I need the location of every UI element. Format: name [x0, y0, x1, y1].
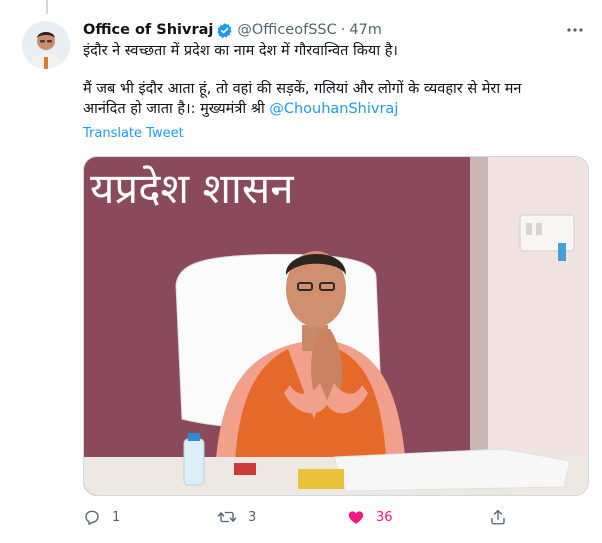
- tweet-content: Office of Shivraj @OfficeofSSC · 47m इंद…: [83, 20, 591, 525]
- tweet-header: Office of Shivraj @OfficeofSSC · 47m: [83, 20, 591, 40]
- tweet-actions-bar: 1 3 36: [83, 504, 513, 530]
- like-button[interactable]: 36: [347, 504, 393, 530]
- tweet-text: इंदौर ने स्वच्छता में प्रदेश का नाम देश …: [83, 41, 591, 119]
- tweet-text-line2-part1: मैं जब भी इंदौर आता हूं, तो वहां की सड़क…: [83, 81, 522, 97]
- avatar-portrait: [22, 21, 70, 69]
- thread-connector-line: [46, 0, 48, 14]
- share-button[interactable]: [489, 504, 507, 530]
- photo-scene: यप्रदेश शासन: [84, 157, 588, 495]
- share-icon: [491, 509, 505, 525]
- tweet-text-line2-part2: आनंदित हो जाता है।: मुख्यमंत्री श्री: [83, 101, 270, 117]
- translate-tweet-link[interactable]: Translate Tweet: [83, 126, 184, 141]
- tweet-text-line1: इंदौर ने स्वच्छता में प्रदेश का नाम देश …: [83, 43, 398, 59]
- verified-badge-icon: [217, 22, 232, 38]
- heart-icon: [348, 511, 364, 524]
- tweet-timestamp[interactable]: 47m: [349, 22, 382, 38]
- retweet-count: 3: [248, 509, 257, 525]
- mention-link[interactable]: @ChouhanShivraj: [269, 101, 398, 117]
- retweet-icon: [217, 511, 237, 523]
- tweet-media-photo[interactable]: यप्रदेश शासन: [83, 156, 589, 496]
- more-dots-icon[interactable]: [565, 20, 585, 40]
- reply-icon: [85, 510, 99, 525]
- tweet-text-line2: मैं जब भी इंदौर आता हूं, तो वहां की सड़क…: [83, 79, 591, 119]
- like-count: 36: [376, 509, 393, 525]
- wall-signage-text: यप्रदेश शासन: [90, 164, 294, 213]
- avatar[interactable]: [22, 21, 70, 69]
- reply-count: 1: [112, 509, 121, 525]
- author-name[interactable]: Office of Shivraj: [83, 22, 213, 38]
- retweet-button[interactable]: 3: [217, 504, 256, 530]
- reply-button[interactable]: 1: [83, 504, 120, 530]
- author-handle[interactable]: @OfficeofSSC: [237, 22, 336, 38]
- separator-dot: ·: [340, 22, 346, 38]
